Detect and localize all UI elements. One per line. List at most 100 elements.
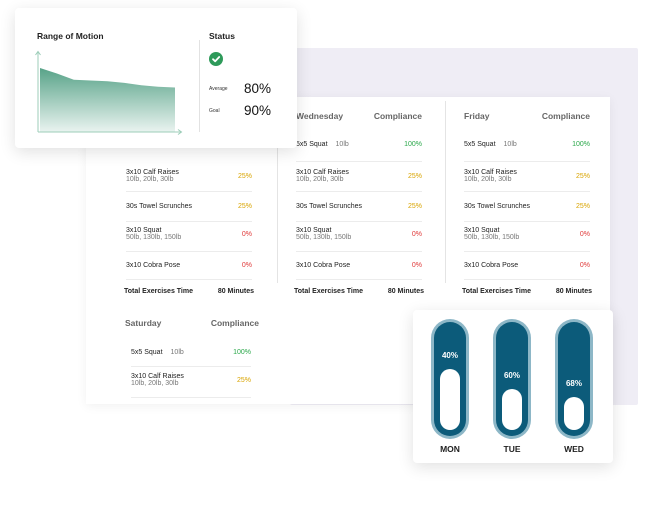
range-of-motion-title: Range of Motion (37, 31, 104, 41)
exercise-weight: 50lb, 130lb, 150lb (296, 234, 352, 241)
exercise-row: 3x10 Calf Raises 10lb, 20lb, 30lb 25% (126, 169, 252, 183)
exercise-row: 5x5 Squat 10lb 100% (131, 349, 251, 356)
tube-day-label: MON (440, 444, 460, 454)
row-divider (464, 191, 590, 192)
tube-fill (564, 397, 584, 430)
tube-track: 68% (558, 322, 590, 436)
monday-column: 3x10 Calf Raises 10lb, 20lb, 30lb 25% 30… (124, 161, 254, 301)
exercise-name: 3x10 Squat (296, 227, 332, 234)
compliance-value: 25% (236, 377, 251, 384)
compliance-value: 25% (407, 173, 422, 180)
exercise-name: 30s Towel Scrunches (464, 203, 531, 210)
range-of-motion-chart (35, 50, 183, 135)
tube-track: 40% (434, 322, 466, 436)
exercise-name: 5x5 Squat (296, 141, 328, 148)
row-divider (464, 279, 590, 280)
column-header: Wednesday Compliance (296, 111, 422, 131)
row-divider (126, 279, 252, 280)
row-divider (126, 191, 252, 192)
compliance-value: 25% (575, 203, 590, 210)
goal-value: 90% (244, 103, 272, 118)
compliance-value: 100% (233, 349, 251, 356)
average-value: 80% (244, 81, 272, 96)
exercise-name: 30s Towel Scrunches (126, 203, 193, 210)
range-of-motion-card: Range of Motion Status Average 80% Goal … (15, 8, 297, 148)
compliance-header: Compliance (541, 111, 590, 121)
exercise-weight: 50lb, 130lb, 150lb (464, 234, 520, 241)
tube-percent: 60% (503, 371, 520, 380)
exercise-name: 3x10 Cobra Pose (126, 262, 181, 269)
compliance-value: 0% (411, 262, 422, 269)
progress-tube-mon: 40% (431, 319, 469, 439)
compliance-value: 0% (411, 231, 422, 238)
row-divider (464, 251, 590, 252)
total-label: Total Exercises Time (124, 288, 193, 295)
exercise-row: 30s Towel Scrunches 25% (296, 203, 422, 210)
exercise-row: 3x10 Calf Raises 10lb, 20lb, 30lb 25% (464, 169, 590, 183)
saturday-column: Saturday Compliance 5x5 Squat 10lb 100% 3… (125, 318, 259, 404)
exercise-row: 3x10 Cobra Pose 0% (296, 262, 422, 269)
compliance-header: Compliance (210, 318, 259, 328)
tube-fill (440, 369, 460, 430)
exercise-weight: 10lb, 20lb, 30lb (296, 176, 344, 183)
total-exercise-time: Total Exercises Time 80 Minutes (462, 288, 592, 295)
compliance-header: Compliance (373, 111, 422, 121)
daily-progress-card: 40% MON 60% TUE 68% WED (413, 310, 613, 463)
exercise-row: 5x5 Squat 10lb 100% (296, 141, 422, 148)
row-divider (131, 366, 251, 367)
exercise-row: 3x10 Squat 50lb, 130lb, 150lb 0% (296, 227, 422, 241)
row-divider (126, 221, 252, 222)
row-divider (464, 221, 590, 222)
compliance-value: 25% (575, 173, 590, 180)
compliance-value: 0% (241, 262, 252, 269)
range-of-motion-area (40, 68, 175, 132)
average-label: Average (209, 86, 228, 92)
exercise-name: 3x10 Calf Raises (131, 373, 184, 380)
friday-column: Friday Compliance 5x5 Squat 10lb 100% 3x1… (462, 111, 592, 301)
exercise-name: 3x10 Cobra Pose (464, 262, 519, 269)
exercise-row: 3x10 Cobra Pose 0% (126, 262, 252, 269)
compliance-value: 0% (579, 262, 590, 269)
exercise-name: 5x5 Squat (464, 141, 496, 148)
compliance-value: 0% (241, 231, 252, 238)
row-divider (126, 251, 252, 252)
compliance-value: 100% (572, 141, 590, 148)
exercise-name: 3x10 Squat (464, 227, 500, 234)
row-divider (464, 161, 590, 162)
exercise-name: 3x10 Cobra Pose (296, 262, 351, 269)
total-value: 80 Minutes (217, 288, 254, 295)
exercise-weight: 10lb, 20lb, 30lb (126, 176, 174, 183)
total-exercise-time: Total Exercises Time 80 Minutes (294, 288, 424, 295)
exercise-row: 30s Towel Scrunches 25% (464, 203, 590, 210)
exercise-name: 3x10 Calf Raises (126, 169, 179, 176)
column-divider (445, 101, 446, 283)
exercise-weight: 10lb, 20lb, 30lb (131, 380, 179, 387)
total-value: 80 Minutes (555, 288, 592, 295)
compliance-value: 25% (237, 173, 252, 180)
tube-fill (502, 389, 522, 430)
exercise-row: 5x5 Squat 10lb 100% (464, 141, 590, 148)
tube-percent: 40% (441, 351, 458, 360)
exercise-name: 3x10 Squat (126, 227, 162, 234)
exercise-row: 3x10 Squat 50lb, 130lb, 150lb 0% (464, 227, 590, 241)
progress-tube-tue: 60% (493, 319, 531, 439)
row-divider (296, 251, 422, 252)
row-divider (296, 161, 422, 162)
exercise-name: 30s Towel Scrunches (296, 203, 363, 210)
compliance-value: 25% (237, 203, 252, 210)
check-circle-icon (209, 52, 223, 66)
total-value: 80 Minutes (387, 288, 424, 295)
progress-tube-wed: 68% (555, 319, 593, 439)
exercise-weight: 50lb, 130lb, 150lb (126, 234, 182, 241)
tube-day-label: TUE (503, 444, 521, 454)
day-title: Saturday (125, 318, 162, 328)
day-title: Wednesday (296, 111, 344, 121)
column-header: Friday Compliance (464, 111, 590, 131)
compliance-value: 0% (579, 231, 590, 238)
row-divider (296, 279, 422, 280)
exercise-weight: 10lb (503, 141, 517, 148)
exercise-row: 3x10 Squat 50lb, 130lb, 150lb 0% (126, 227, 252, 241)
row-divider (296, 221, 422, 222)
total-label: Total Exercises Time (294, 288, 363, 295)
status-title: Status (209, 31, 235, 41)
